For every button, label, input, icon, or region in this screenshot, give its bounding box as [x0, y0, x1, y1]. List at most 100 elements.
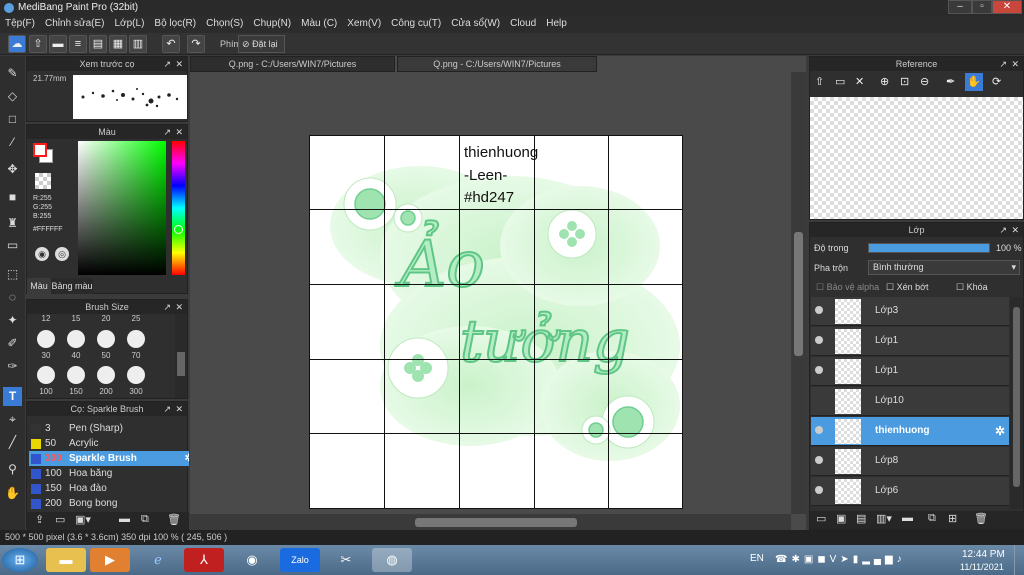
menu-item[interactable]: Help — [541, 16, 572, 31]
layer-add-icon[interactable]: ▥▾ — [876, 512, 892, 525]
undock-icon[interactable]: ↗ — [163, 125, 171, 139]
tray-arrow-icon[interactable]: ➤ — [840, 554, 852, 565]
gradient-tool-icon[interactable]: ▭ — [3, 236, 22, 255]
undo-icon[interactable]: ↶ — [162, 35, 180, 53]
brush-list-item[interactable]: 100 Hoa băng — [29, 466, 189, 481]
copy-brush-icon[interactable]: ⧉ — [141, 513, 149, 526]
brush-size-dot[interactable] — [37, 366, 55, 384]
menu-item[interactable]: Công cụ(T) — [386, 16, 446, 31]
visibility-icon[interactable] — [815, 366, 823, 374]
close-icon[interactable]: ✕ — [175, 402, 183, 416]
brush-tool-icon[interactable]: ✎ — [3, 64, 22, 83]
sv-picker[interactable] — [78, 141, 166, 275]
tray-v-icon[interactable]: V — [830, 554, 841, 565]
operation-tool-icon[interactable]: ⌖ — [3, 410, 22, 429]
tray-network-icon[interactable]: ▂▄▆ — [862, 554, 896, 565]
tray-battery-icon[interactable]: ▮ — [853, 554, 863, 565]
ie-icon[interactable]: ℯ — [138, 548, 178, 572]
brush-list-item[interactable]: 50 Acrylic — [29, 436, 189, 451]
tray-bluetooth-icon[interactable]: ✱ — [791, 554, 803, 565]
clock-date[interactable]: 11/11/2021 — [960, 562, 1004, 572]
hand-tool-icon[interactable]: ✋ — [3, 484, 22, 503]
clip-checkbox[interactable]: ☐ Xén bớt — [886, 282, 929, 293]
undock-icon[interactable]: ↗ — [163, 57, 171, 71]
brush-size-dot[interactable] — [67, 330, 85, 348]
layer-row[interactable]: Lớp3 — [811, 297, 1009, 326]
gear-icon[interactable]: ✲ — [185, 451, 189, 466]
magic-wand-icon[interactable]: ✦ — [3, 311, 22, 330]
layer-folder-icon[interactable]: ▬ — [902, 512, 913, 524]
comment-icon[interactable]: ▬ — [49, 35, 67, 53]
tab-color[interactable]: Màu — [27, 278, 51, 294]
move-tool-icon[interactable]: ✥ — [3, 160, 22, 179]
layer-row[interactable]: Lớp8 — [811, 447, 1009, 476]
upload-icon[interactable]: ⇧ — [815, 75, 824, 88]
close-button[interactable]: ✕ — [992, 0, 1022, 14]
visibility-icon[interactable] — [815, 456, 823, 464]
eyedropper-icon[interactable]: ⚲ — [3, 460, 22, 479]
menu-item[interactable]: Bộ lọc(R) — [149, 16, 201, 31]
close-icon[interactable]: ✕ — [175, 125, 183, 139]
start-button[interactable]: ⊞ — [2, 548, 38, 572]
media-player-icon[interactable]: ▶ — [90, 548, 130, 572]
brush-size-dot[interactable] — [127, 366, 145, 384]
blend-mode-select[interactable]: Bình thường ▾ — [868, 260, 1020, 275]
layer-row[interactable]: Lớp10 — [811, 387, 1009, 416]
tab-palette[interactable]: Bảng màu — [51, 278, 93, 294]
vertical-scrollbar[interactable] — [791, 72, 806, 514]
brush-list-item[interactable]: 200 Bong bong — [29, 496, 189, 511]
layer-row[interactable]: thienhuong ✲ — [811, 417, 1009, 446]
close-icon[interactable]: ✕ — [1011, 57, 1019, 71]
undock-icon[interactable]: ↗ — [163, 402, 171, 416]
dot-tool-icon[interactable]: ⁄ — [3, 133, 22, 152]
menu-item[interactable]: Chỉnh sửa(E) — [40, 16, 110, 31]
tray-volume-icon[interactable]: ♪ — [897, 554, 906, 565]
fill-rect-tool-icon[interactable]: ■ — [3, 188, 22, 207]
menu-item[interactable]: Chụp(N) — [248, 16, 296, 31]
palette-icon[interactable]: ◉ — [35, 247, 49, 261]
foreground-color-swatch[interactable] — [33, 143, 47, 157]
shape-tool-icon[interactable]: □ — [3, 110, 22, 129]
menu-item[interactable]: Xem(V) — [342, 16, 386, 31]
message-icon[interactable]: ≡ — [69, 35, 87, 53]
layer-row[interactable]: Lớp6 — [811, 477, 1009, 506]
document-icon[interactable]: ▤ — [89, 35, 107, 53]
zalo-icon[interactable]: Zalo — [280, 548, 320, 572]
visibility-icon[interactable] — [815, 426, 823, 434]
tab-document-1[interactable]: Q.png - C:/Users/WIN7/Pictures — [190, 56, 395, 72]
menu-item[interactable]: Lớp(L) — [110, 16, 150, 31]
menu-item[interactable]: Chọn(S) — [201, 16, 248, 31]
brush-list-item[interactable]: 300 Sparkle Brush ✲ — [29, 451, 189, 466]
menu-item[interactable]: Tệp(F) — [0, 16, 40, 31]
visibility-icon[interactable] — [815, 486, 823, 494]
hue-slider[interactable] — [172, 141, 185, 275]
close-reference-icon[interactable]: ✕ — [855, 75, 864, 88]
add-brush-icon[interactable]: ⇪ — [35, 513, 44, 526]
tray-app-icon[interactable]: ◼ — [817, 554, 829, 565]
brush-folder-icon[interactable]: ▬ — [119, 513, 130, 525]
close-icon[interactable]: ✕ — [175, 57, 183, 71]
eraser-tool-icon[interactable]: ◇ — [3, 87, 22, 106]
close-icon[interactable]: ✕ — [175, 300, 183, 314]
select-eraser-icon[interactable]: ✑ — [3, 357, 22, 376]
share-icon[interactable]: ⇧ — [29, 35, 47, 53]
grid-icon[interactable]: ▥ — [129, 35, 147, 53]
scroll-thumb[interactable] — [1013, 307, 1020, 487]
minimize-button[interactable]: – — [948, 0, 972, 14]
eyedropper-ref-icon[interactable]: ✒ — [946, 75, 955, 88]
lock-checkbox[interactable]: ☐ Khóa — [956, 282, 988, 293]
explorer-icon[interactable]: ▬ — [46, 548, 86, 572]
drawing-canvas[interactable]: Ảo tưởng thienhuong -Leen- #hd247 — [309, 135, 683, 509]
lasso-icon[interactable]: ◌ — [3, 288, 22, 307]
select-pen-icon[interactable]: ✐ — [3, 334, 22, 353]
gear-icon[interactable]: ✲ — [995, 424, 1005, 438]
snipping-icon[interactable]: ✂ — [326, 548, 366, 572]
zoom-out-icon[interactable]: ⊖ — [920, 75, 929, 88]
tab-document-2[interactable]: Q.png - C:/Users/WIN7/Pictures — [397, 56, 597, 72]
scrollbar[interactable] — [175, 314, 187, 398]
visibility-icon[interactable] — [815, 336, 823, 344]
new-layer-icon[interactable]: ▭ — [816, 512, 826, 525]
brush-size-dot[interactable] — [97, 330, 115, 348]
palette-add-icon[interactable]: ◎ — [55, 247, 69, 261]
layer-row[interactable]: Lớp1 — [811, 327, 1009, 356]
